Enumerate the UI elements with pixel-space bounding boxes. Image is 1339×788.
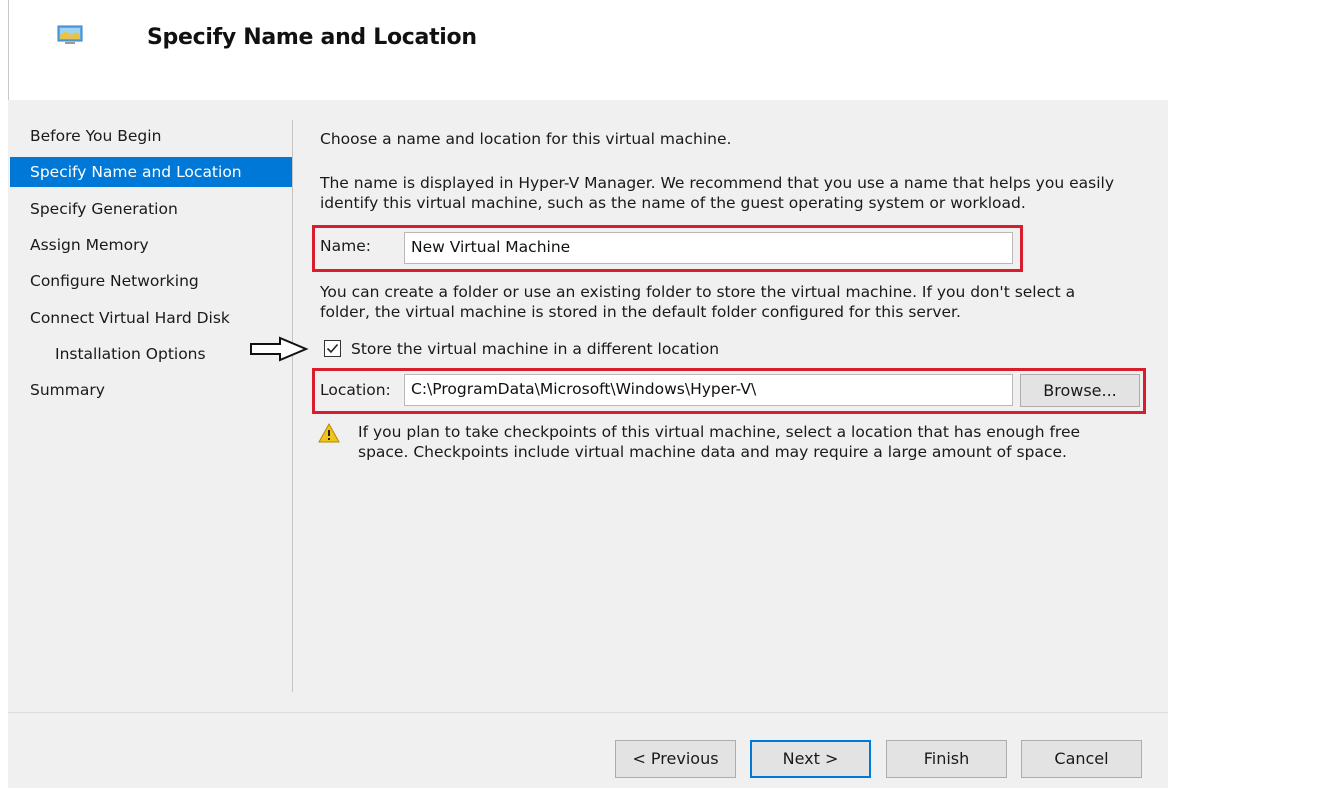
wizard-nav: Before You Begin Specify Name and Locati… — [8, 100, 298, 700]
description-line-2: identify this virtual machine, such as t… — [320, 194, 1026, 212]
nav-item-specify-name-and-location[interactable]: Specify Name and Location — [10, 157, 292, 187]
folder-line-2: folder, the virtual machine is stored in… — [320, 303, 961, 321]
warning-line-2: space. Checkpoints include virtual machi… — [358, 443, 1067, 461]
name-label: Name: — [320, 237, 371, 255]
window-border — [8, 0, 9, 100]
footer-separator — [8, 712, 1168, 713]
nav-item-connect-virtual-hard-disk[interactable]: Connect Virtual Hard Disk — [10, 303, 310, 333]
checkmark-icon — [326, 343, 339, 354]
warning-icon — [318, 423, 340, 443]
browse-button[interactable]: Browse... — [1020, 374, 1140, 407]
cancel-button[interactable]: Cancel — [1021, 740, 1142, 778]
intro-text: Choose a name and location for this virt… — [320, 130, 732, 148]
wizard-body: Before You Begin Specify Name and Locati… — [8, 100, 1168, 788]
next-button[interactable]: Next > — [750, 740, 871, 778]
finish-button[interactable]: Finish — [886, 740, 1007, 778]
page-title: Specify Name and Location — [147, 25, 477, 50]
previous-button[interactable]: < Previous — [615, 740, 736, 778]
virtual-machine-icon — [57, 25, 83, 44]
store-location-label[interactable]: Store the virtual machine in a different… — [351, 339, 719, 359]
description-line-1: The name is displayed in Hyper-V Manager… — [320, 174, 1114, 192]
nav-item-assign-memory[interactable]: Assign Memory — [10, 230, 310, 260]
nav-divider — [292, 120, 293, 692]
nav-item-summary[interactable]: Summary — [10, 375, 310, 405]
location-label: Location: — [320, 381, 391, 399]
nav-item-before-you-begin[interactable]: Before You Begin — [10, 121, 310, 151]
folder-line-1: You can create a folder or use an existi… — [320, 283, 1076, 301]
nav-item-configure-networking[interactable]: Configure Networking — [10, 266, 310, 296]
name-input[interactable]: New Virtual Machine — [404, 232, 1013, 264]
nav-item-specify-generation[interactable]: Specify Generation — [10, 194, 310, 224]
location-input[interactable]: C:\ProgramData\Microsoft\Windows\Hyper-V… — [404, 374, 1013, 406]
store-location-checkbox[interactable] — [324, 340, 341, 357]
pointer-arrow-icon — [250, 336, 309, 362]
warning-line-1: If you plan to take checkpoints of this … — [358, 423, 1081, 441]
